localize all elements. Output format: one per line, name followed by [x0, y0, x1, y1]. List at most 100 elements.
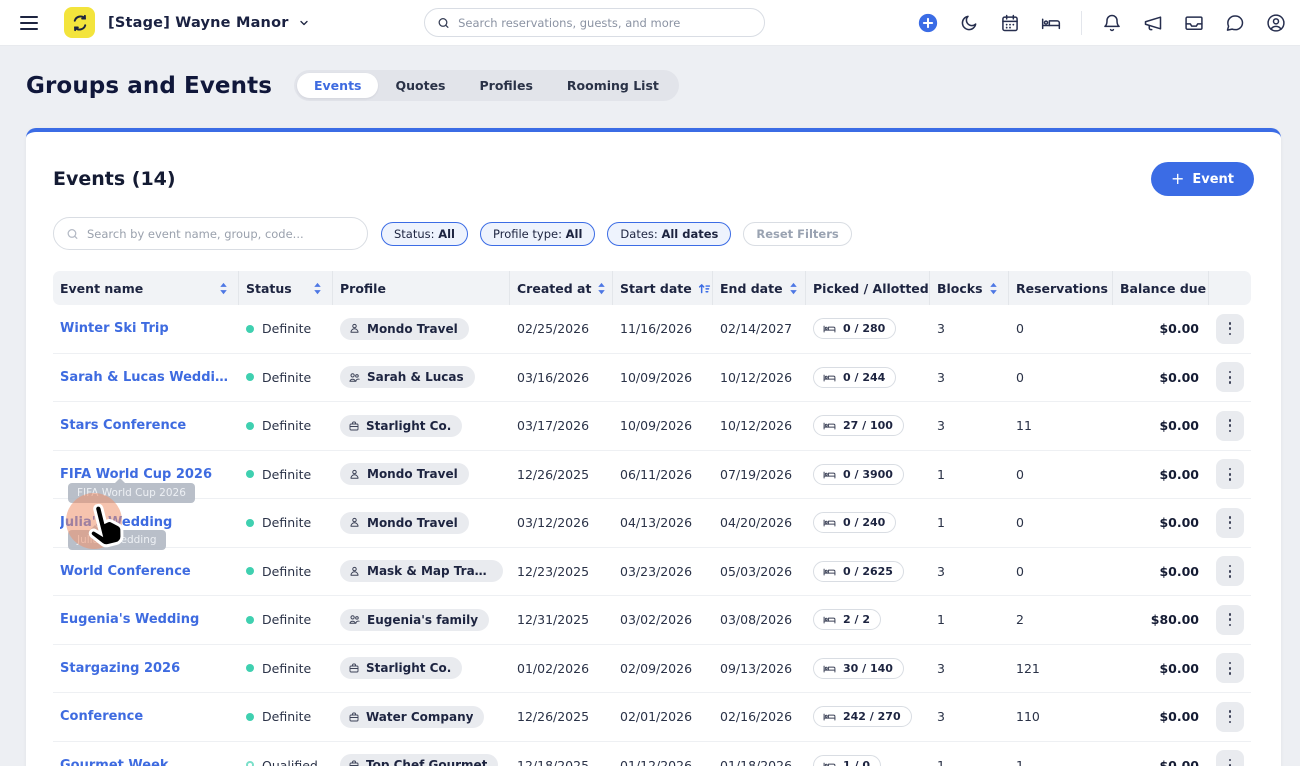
table-row[interactable]: Gourmet WeekQualifiedTop Chef Gourmet12/… [53, 742, 1251, 766]
filter-chip-status[interactable]: Status: All [381, 222, 468, 246]
event-name-link[interactable]: Eugenia's Wedding [60, 612, 199, 627]
profile-chip[interactable]: Starlight Co. [340, 657, 462, 679]
column-header-picked-allotted: Picked / Allotted [806, 271, 930, 305]
sort-ascending-icon[interactable] [698, 282, 711, 295]
start-date-cell: 02/09/2026 [613, 661, 713, 676]
table-row[interactable]: World Conference Definite Mask & Map Trave… [53, 548, 1251, 597]
profile-chip[interactable]: Starlight Co. [340, 415, 462, 437]
profile-chip[interactable]: Water Company [340, 706, 484, 728]
sort-icon[interactable] [219, 282, 228, 295]
row-actions-kebab-button[interactable] [1216, 411, 1244, 441]
reservations-cell: 2 [1009, 612, 1113, 627]
dark-mode-icon[interactable] [955, 9, 983, 37]
event-name-link[interactable]: Conference [60, 709, 143, 724]
table-row[interactable]: FIFA World Cup 2026DefiniteMondo Travel1… [53, 451, 1251, 500]
column-label: Created at [517, 281, 591, 296]
profile-chip[interactable]: Top Chef Gourmet [340, 754, 498, 766]
brand-logo-icon[interactable] [64, 7, 95, 38]
table-row[interactable]: Stargazing 2026DefiniteStarlight Co.01/0… [53, 645, 1251, 694]
event-name-link[interactable]: FIFA World Cup 2026 [60, 467, 212, 482]
announcements-megaphone-icon[interactable] [1139, 9, 1167, 37]
row-actions-kebab-button[interactable] [1216, 508, 1244, 538]
picked-allotted-badge: 0 / 3900 [813, 464, 904, 485]
picked-allotted-badge: 0 / 240 [813, 512, 896, 533]
row-actions-kebab-button[interactable] [1216, 605, 1244, 635]
profile-chip[interactable]: Eugenia's family [340, 609, 489, 631]
blocks-cell: 3 [930, 370, 1009, 385]
table-row[interactable]: Stars ConferenceDefiniteStarlight Co.03/… [53, 402, 1251, 451]
column-header-blocks[interactable]: Blocks [930, 271, 1009, 305]
chevron-down-icon[interactable] [298, 17, 310, 29]
status-cell: Qualified [239, 758, 333, 766]
row-actions-kebab-button[interactable] [1216, 653, 1244, 683]
account-user-icon[interactable] [1262, 9, 1290, 37]
table-row[interactable]: Julia's WeddingDefiniteMondo Travel03/12… [53, 499, 1251, 548]
end-date-cell: 10/12/2026 [713, 418, 806, 433]
table-row[interactable]: Sarah & Lucas WeddingDefiniteSarah & Luc… [53, 354, 1251, 403]
reservations-cell: 0 [1009, 321, 1113, 336]
event-search-input[interactable] [87, 227, 355, 241]
couple-icon [348, 613, 361, 626]
column-header-event-name[interactable]: Event name [53, 271, 239, 305]
row-actions-kebab-button[interactable] [1216, 750, 1244, 766]
status-label: Qualified [262, 758, 318, 766]
column-header-start-date[interactable]: Start date [613, 271, 713, 305]
filter-chip-profile-type[interactable]: Profile type: All [480, 222, 595, 246]
inbox-tray-icon[interactable] [1180, 9, 1208, 37]
balance-due-cell: $0.00 [1113, 709, 1209, 724]
messages-chat-icon[interactable] [1221, 9, 1249, 37]
event-name-link[interactable]: Winter Ski Trip [60, 321, 169, 336]
event-name-link[interactable]: Stargazing 2026 [60, 661, 180, 676]
global-search-input[interactable] [458, 16, 752, 30]
profile-chip[interactable]: Mondo Travel [340, 512, 469, 534]
reset-filters-button[interactable]: Reset Filters [743, 222, 851, 246]
sort-icon[interactable] [597, 282, 606, 295]
profile-chip[interactable]: Sarah & Lucas [340, 366, 475, 388]
column-header-status[interactable]: Status [239, 271, 333, 305]
row-actions-kebab-button[interactable] [1216, 314, 1244, 344]
row-actions-kebab-button[interactable] [1216, 702, 1244, 732]
global-search[interactable] [424, 8, 765, 37]
column-header-created-at[interactable]: Created at [510, 271, 613, 305]
end-date-cell: 10/12/2026 [713, 370, 806, 385]
table-row[interactable]: ConferenceDefiniteWater Company12/26/202… [53, 693, 1251, 742]
event-name-link[interactable]: Gourmet Week [60, 758, 169, 766]
column-label: Start date [620, 281, 692, 296]
profile-chip[interactable]: Mask & Map Travel… [340, 560, 503, 582]
tab-rooming-list[interactable]: Rooming List [550, 73, 676, 98]
add-event-button[interactable]: + Event [1151, 162, 1254, 196]
bed-icon [822, 613, 837, 626]
created-at-cell: 03/16/2026 [510, 370, 613, 385]
event-search[interactable] [53, 217, 368, 250]
event-name-link[interactable]: World Conference [60, 564, 191, 579]
column-label: End date [720, 281, 783, 296]
event-name-link[interactable]: Stars Conference [60, 418, 186, 433]
filter-chip-dates[interactable]: Dates: All dates [607, 222, 731, 246]
tab-quotes[interactable]: Quotes [378, 73, 462, 98]
event-name-link[interactable]: Sarah & Lucas Wedding [60, 370, 232, 385]
profile-chip[interactable]: Mondo Travel [340, 318, 469, 340]
status-label: Definite [262, 564, 311, 579]
company-icon [348, 420, 360, 432]
quick-add-icon[interactable] [914, 9, 942, 37]
notifications-bell-icon[interactable] [1098, 9, 1126, 37]
table-row[interactable]: Winter Ski TripDefiniteMondo Travel02/25… [53, 305, 1251, 354]
tab-profiles[interactable]: Profiles [463, 73, 550, 98]
table-row[interactable]: Eugenia's WeddingDefiniteEugenia's famil… [53, 596, 1251, 645]
sort-icon[interactable] [989, 282, 998, 295]
created-at-cell: 12/23/2025 [510, 564, 613, 579]
housekeeping-bed-icon[interactable] [1037, 9, 1065, 37]
hamburger-menu-icon[interactable] [20, 10, 46, 36]
calendar-icon[interactable] [996, 9, 1024, 37]
end-date-cell: 01/18/2026 [713, 758, 806, 766]
profile-chip[interactable]: Mondo Travel [340, 463, 469, 485]
row-actions-kebab-button[interactable] [1216, 459, 1244, 489]
row-actions-kebab-button[interactable] [1216, 362, 1244, 392]
sort-icon[interactable] [313, 282, 322, 295]
sort-icon[interactable] [789, 282, 798, 295]
tab-events[interactable]: Events [297, 73, 378, 98]
row-actions-kebab-button[interactable] [1216, 556, 1244, 586]
column-header-end-date[interactable]: End date [713, 271, 806, 305]
blocks-cell: 3 [930, 321, 1009, 336]
property-selector-label[interactable]: [Stage] Wayne Manor [108, 15, 289, 31]
